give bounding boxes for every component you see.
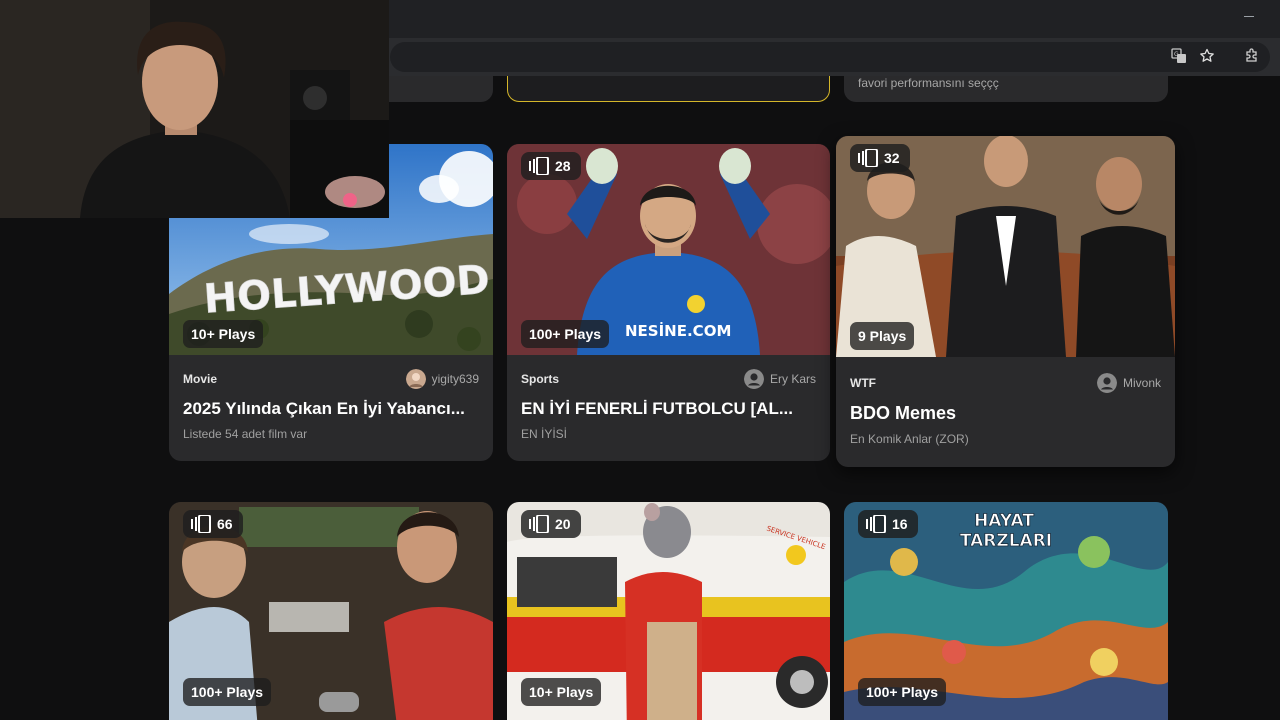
card-category: Sports	[521, 372, 560, 386]
question-count-badge: 66	[183, 510, 243, 538]
card-category: Movie	[183, 372, 218, 386]
address-bar[interactable]	[390, 42, 1270, 72]
cards-stack-icon	[529, 515, 549, 533]
translate-icon[interactable]: G	[1169, 46, 1189, 66]
quiz-card-wtf[interactable]: 32 9 Plays WTF Mivonk BDO Memes En Komik…	[836, 136, 1175, 467]
plays-badge: 9 Plays	[850, 322, 915, 350]
card-title[interactable]: BDO Memes	[850, 403, 1161, 424]
quiz-card-sports[interactable]: NESİNE.COM 28 100+ Plays Sports Ery Kars…	[507, 144, 830, 461]
user-avatar-icon	[743, 369, 764, 389]
cards-stack-icon	[529, 157, 549, 175]
plays-badge: 100+ Plays	[521, 320, 610, 348]
card-partial-2-selected[interactable]	[507, 76, 830, 102]
question-count-badge: 28	[521, 152, 581, 180]
card-meta: Sports Ery Kars EN İYİ FENERLİ FUTBOLCU …	[507, 369, 830, 441]
card-author[interactable]: yigity639	[405, 369, 479, 389]
avatar	[405, 369, 426, 389]
question-count-badge: 16	[858, 510, 918, 538]
quiz-card-4[interactable]: 66 100+ Plays	[169, 502, 493, 720]
question-count-badge: 32	[850, 144, 910, 172]
card-description: En Komik Anlar (ZOR)	[850, 432, 969, 446]
card-title[interactable]: EN İYİ FENERLİ FUTBOLCU [AL...	[521, 399, 816, 419]
card-author[interactable]: Mivonk	[1096, 373, 1161, 393]
card-meta: WTF Mivonk BDO Memes En Komik Anlar (ZOR…	[836, 373, 1175, 446]
card-description: EN İYİSİ	[521, 427, 568, 441]
cards-stack-icon	[858, 149, 878, 167]
webcam-overlay	[0, 0, 389, 218]
user-avatar-icon	[1096, 373, 1117, 393]
card-author[interactable]: Ery Kars	[743, 369, 816, 389]
plays-badge: 100+ Plays	[183, 678, 272, 706]
poster-title-line1: HAYAT	[974, 511, 1034, 531]
plays-badge: 10+ Plays	[183, 320, 264, 348]
card-category: WTF	[850, 376, 876, 390]
card-meta: Movie yigity639 2025 Yılında Çıkan En İy…	[169, 369, 493, 441]
poster-title-line2: TARZLARI	[960, 531, 1052, 551]
plays-badge: 10+ Plays	[521, 678, 602, 706]
cards-stack-icon	[191, 515, 211, 533]
card-title[interactable]: 2025 Yılında Çıkan En İyi Yabancı...	[183, 399, 479, 419]
quiz-card-5[interactable]: SERVICE VEHICLE 20 10+ Plays	[507, 502, 830, 720]
question-count-badge: 20	[521, 510, 581, 538]
card-partial-3[interactable]: favori performansını seççç	[844, 76, 1168, 102]
extensions-icon[interactable]	[1242, 46, 1262, 66]
star-icon[interactable]	[1197, 46, 1217, 66]
card-description: Listede 54 adet film var	[183, 427, 308, 441]
cards-stack-icon	[866, 515, 886, 533]
minimize-icon[interactable]	[1244, 8, 1256, 20]
svg-text:G: G	[1174, 51, 1179, 58]
quiz-card-6[interactable]: HAYAT TARZLARI 16 100+ Plays	[844, 502, 1168, 720]
jersey-sponsor-text: NESİNE.COM	[625, 321, 731, 340]
plays-badge: 100+ Plays	[858, 678, 947, 706]
card-description: favori performansını seççç	[858, 76, 999, 90]
